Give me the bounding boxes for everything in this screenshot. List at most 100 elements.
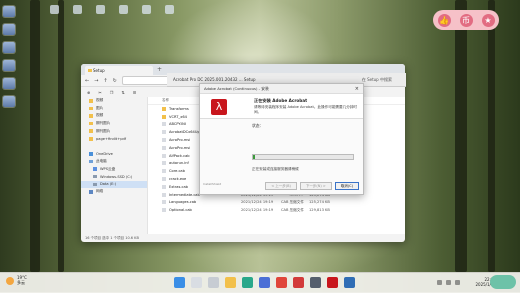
desktop-icon[interactable] — [96, 5, 105, 14]
installer-buttons: < 上一步(B) 下一步(N) > 取消(C) — [265, 182, 359, 190]
sidebar-item[interactable]: 期刊图片 — [81, 127, 147, 135]
sidebar-item[interactable]: 视频 — [81, 112, 147, 120]
folder-icon — [89, 114, 93, 118]
table-row[interactable]: Languages.cab 2021/12/24 19:19 CAB 压缩文件 125… — [148, 199, 405, 207]
installer-subheading: 请等待安装程序安装 Adobe Acrobat。此操作可能需要几分钟时间。 — [254, 105, 357, 114]
desktop-icon[interactable] — [50, 5, 59, 14]
file-icon — [162, 122, 166, 127]
volume-icon[interactable] — [446, 280, 451, 285]
explorer-status-bar: 16 个项目 选中 1 个项目 10.6 KB — [85, 236, 139, 240]
new-button-icon[interactable]: ⊕ — [87, 90, 90, 95]
cancel-button[interactable]: 取消(C) — [334, 182, 359, 190]
file-explorer-icon[interactable] — [225, 277, 236, 288]
next-button[interactable]: 下一步(N) > — [299, 182, 332, 190]
file-icon — [162, 200, 166, 205]
back-icon[interactable]: ← — [85, 78, 89, 84]
desktop-icon[interactable] — [3, 78, 15, 89]
thumbs-up-icon[interactable]: 👍 — [437, 13, 451, 27]
store-icon[interactable] — [259, 277, 270, 288]
tree-trunk — [58, 0, 64, 272]
forward-icon[interactable]: → — [94, 78, 98, 84]
sidebar-item-drive-c[interactable]: Windows-SSD (C:) — [81, 173, 147, 181]
weather-desc: 多云 — [17, 279, 25, 285]
copy-icon[interactable]: ❐ — [110, 90, 114, 95]
desktop-icon[interactable] — [3, 60, 15, 71]
desktop-top-icons — [50, 5, 174, 14]
sidebar-item-drive-e[interactable]: Data (E:) — [81, 180, 147, 189]
app-icon[interactable] — [344, 277, 355, 288]
sidebar-item[interactable]: page+findit+pdf — [81, 135, 147, 143]
file-icon — [162, 145, 166, 150]
tree-trunk — [30, 0, 40, 272]
adobe-acrobat-logo-icon: λ — [211, 99, 227, 115]
installer-dialog: Adobe Acrobat (Continuous) - 安装 × λ 正在安装… — [199, 83, 364, 195]
up-icon[interactable]: ↑ — [103, 78, 107, 84]
desktop-icon[interactable] — [3, 24, 15, 35]
chrome-icon[interactable] — [276, 277, 287, 288]
star-icon[interactable]: ★ — [481, 13, 495, 27]
installer-status-label: 状态： — [252, 123, 264, 128]
weather-widget[interactable]: 19°C 多云 — [6, 275, 27, 285]
sort-icon[interactable]: ⇅ — [121, 90, 124, 95]
sidebar-item[interactable]: 期刊图片 — [81, 120, 147, 128]
desktop-icon[interactable] — [73, 5, 82, 14]
install-progress-fill — [253, 155, 255, 159]
file-icon — [162, 130, 166, 135]
file-icon — [162, 169, 166, 174]
back-button[interactable]: < 上一步(B) — [265, 182, 297, 190]
desktop-icon[interactable] — [3, 42, 15, 53]
start-icon[interactable] — [174, 277, 185, 288]
sidebar-item-onedrive[interactable]: OneDrive — [81, 150, 147, 158]
corner-widget[interactable] — [490, 275, 516, 289]
folder-icon — [89, 137, 93, 141]
folder-icon — [89, 106, 93, 111]
explorer-tab[interactable]: Setup — [85, 66, 153, 75]
wifi-icon[interactable] — [437, 280, 442, 285]
file-icon — [162, 192, 166, 197]
file-icon — [162, 138, 166, 143]
taskbar: 19°C 多云 22:34 2025/1/18 — [0, 272, 520, 293]
table-row[interactable]: Optional.cab 2021/12/24 19:19 CAB 压缩文件 129,… — [148, 206, 405, 214]
search-icon[interactable] — [191, 277, 202, 288]
sidebar-item[interactable]: 图片 — [81, 105, 147, 113]
sidebar-item-wps[interactable]: WPS云盘 — [81, 165, 147, 173]
folder-icon — [89, 129, 93, 133]
folder-icon — [162, 114, 166, 119]
file-icon — [162, 184, 166, 189]
acrobat-setup-title: Acrobat Pro DC 2025.001.20432 ... Setup — [173, 77, 256, 82]
search-field[interactable]: 在 Setup 中搜索 — [362, 77, 392, 83]
view-icon[interactable]: ☰ — [133, 90, 137, 95]
app-icon[interactable] — [310, 277, 321, 288]
video-actions-pill: 👍 币 ★ — [433, 10, 499, 30]
cloud-icon — [93, 167, 97, 171]
system-tray-icons — [437, 280, 460, 285]
desktop-icon[interactable] — [142, 5, 151, 14]
sidebar-item[interactable]: 视频 — [81, 97, 147, 105]
wps-icon[interactable] — [293, 277, 304, 288]
desktop-icon[interactable] — [3, 96, 15, 107]
desktop-icon[interactable] — [3, 6, 15, 17]
installer-title: Adobe Acrobat (Continuous) - 安装 — [204, 85, 269, 91]
coin-icon[interactable]: 币 — [459, 13, 473, 27]
file-icon — [162, 177, 166, 182]
desktop-icon[interactable] — [119, 5, 128, 14]
task-view-icon[interactable] — [208, 277, 219, 288]
cut-icon[interactable]: ✂ — [98, 90, 101, 95]
refresh-icon[interactable]: ↻ — [113, 78, 117, 84]
taskbar-apps — [174, 277, 355, 288]
acrobat-icon[interactable] — [327, 277, 338, 288]
drive-icon — [93, 174, 97, 179]
sidebar-item-this-pc[interactable]: 此电脑 — [81, 158, 147, 166]
file-icon — [162, 161, 166, 166]
new-tab-icon[interactable]: + — [157, 66, 162, 73]
sidebar-item-network[interactable]: 网络 — [81, 188, 147, 196]
desktop-icon[interactable] — [165, 5, 174, 14]
close-icon[interactable]: × — [355, 86, 359, 92]
weather-sun-icon — [6, 276, 14, 285]
cloud-icon — [89, 152, 93, 156]
computer-icon — [89, 159, 93, 164]
edge-icon[interactable] — [242, 277, 253, 288]
file-icon — [162, 153, 166, 158]
battery-icon[interactable] — [455, 280, 460, 285]
folder-icon — [89, 121, 93, 126]
